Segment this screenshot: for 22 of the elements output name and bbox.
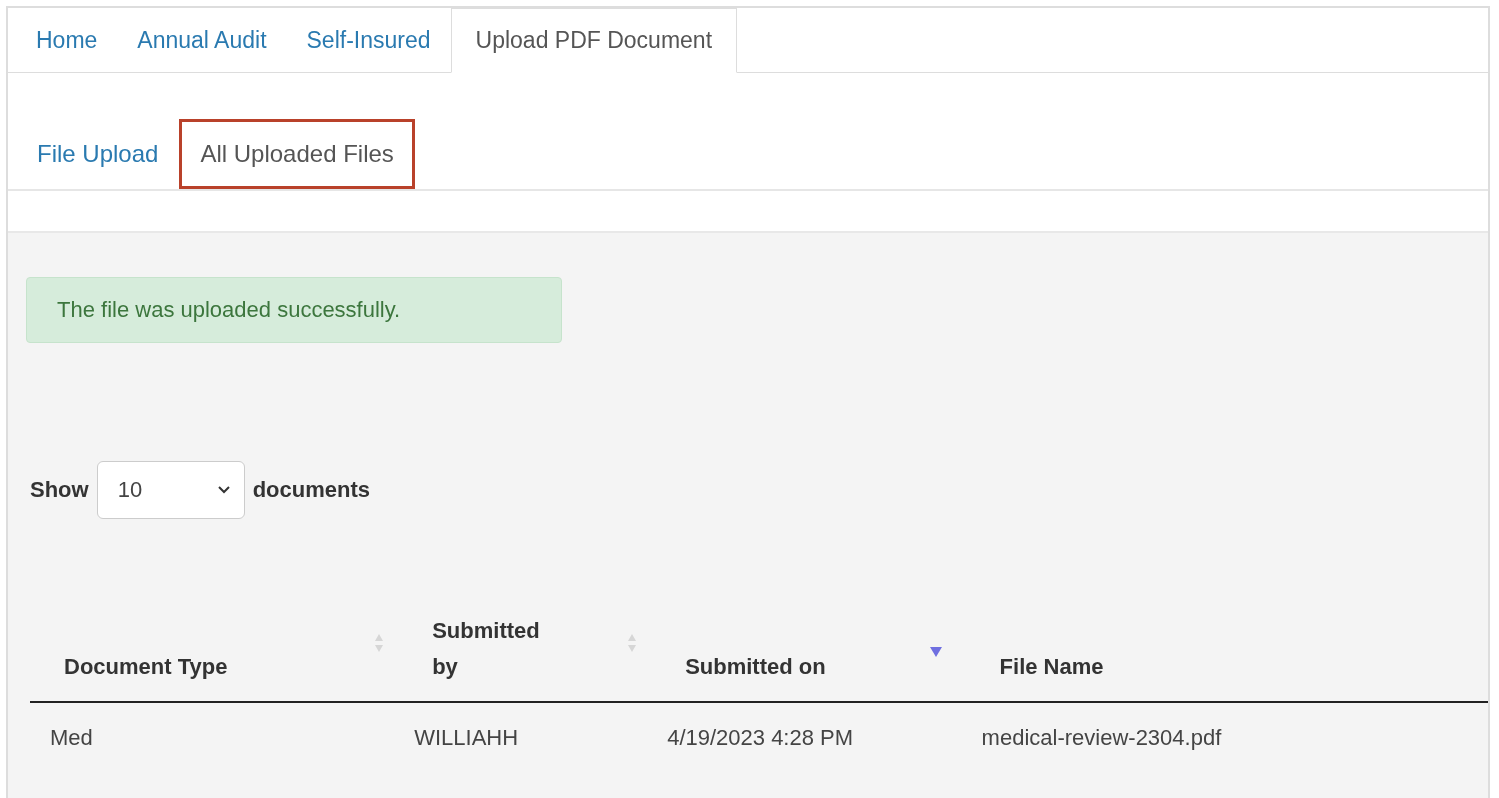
column-header[interactable]: Document Type	[30, 613, 395, 702]
show-label: Show	[30, 477, 89, 503]
sub-tab[interactable]: All Uploaded Files	[179, 119, 415, 189]
table-cell: 4/19/2023 4:28 PM	[647, 702, 962, 751]
column-header[interactable]: Submitted on	[647, 613, 962, 702]
nav-tab[interactable]: Home	[16, 8, 118, 73]
sort-descending-icon	[929, 647, 942, 657]
column-header[interactable]: File Name	[961, 613, 1488, 702]
nav-tab[interactable]: Annual Audit	[117, 8, 287, 73]
sort-icon	[374, 633, 385, 653]
table-cell: medical-review-2304.pdf	[961, 702, 1488, 751]
nav-tab[interactable]: Upload PDF Document	[450, 8, 738, 73]
documents-label: documents	[252, 477, 371, 503]
nav-tab[interactable]: Self-Insured	[286, 8, 451, 73]
table-cell: WILLIAHH	[394, 702, 648, 751]
page-size-select[interactable]: 10	[96, 461, 245, 519]
success-alert: The file was uploaded successfully.	[26, 277, 562, 343]
sort-icon	[627, 633, 638, 653]
column-header[interactable]: Submitted by	[394, 613, 648, 702]
table-cell: Med	[30, 702, 395, 751]
sub-tab[interactable]: File Upload	[16, 119, 180, 189]
chevron-down-icon	[217, 486, 230, 494]
